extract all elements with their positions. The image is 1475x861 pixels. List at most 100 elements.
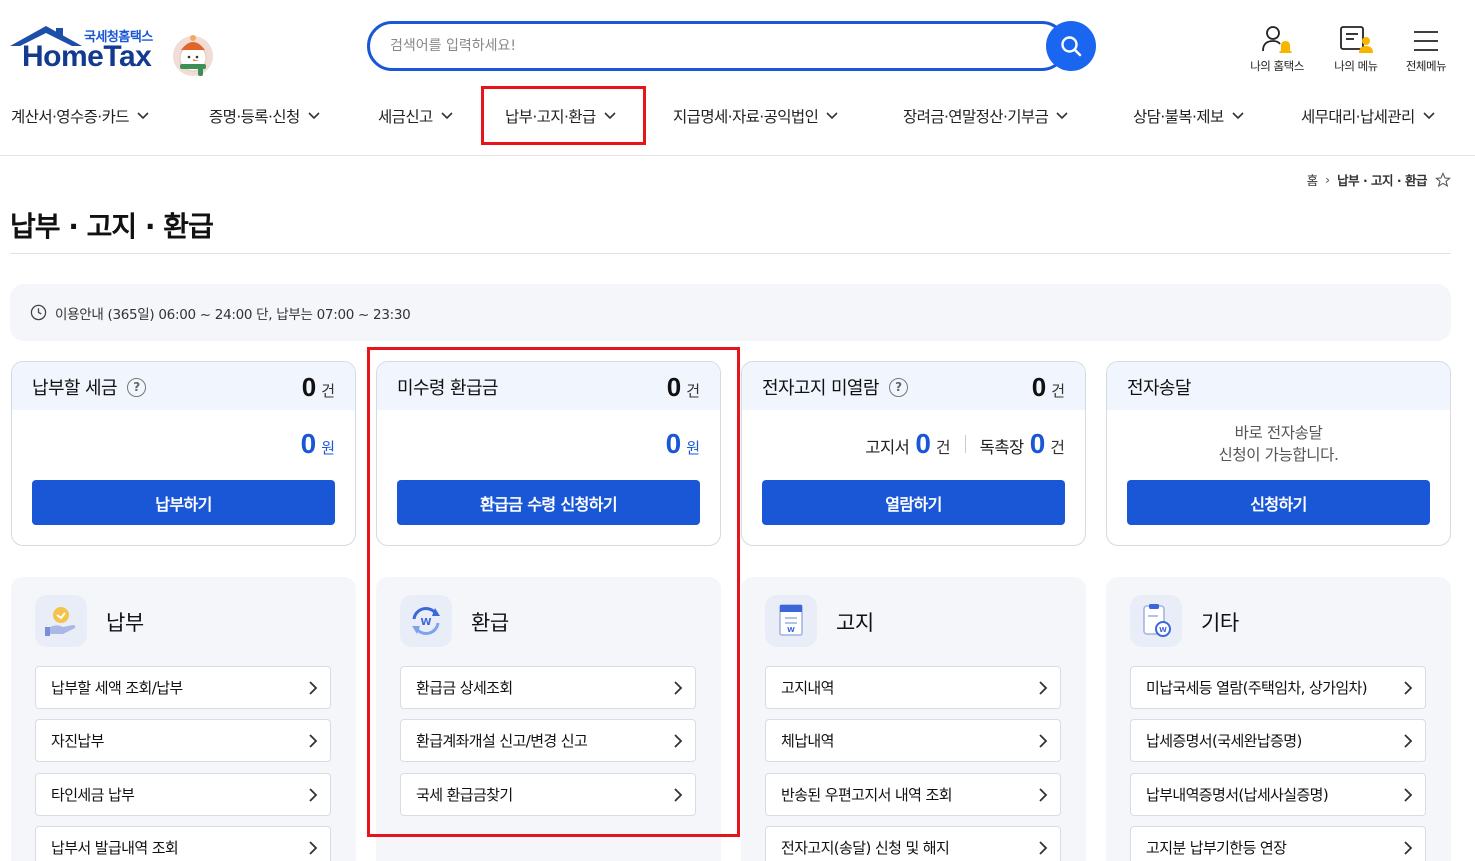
chevron-right-icon [674, 681, 683, 695]
breadcrumb-home[interactable]: 홈 [1307, 170, 1319, 189]
panel-title: 납부 [106, 611, 144, 635]
chevron-right-icon [1404, 788, 1413, 802]
main-navigation: 계산서·영수증·카드 증명·등록·신청 세금신고 납부·고지·환급 지급명세·자… [0, 88, 1475, 144]
link-tax-inquiry-payment[interactable]: 납부할 세액 조회/납부 [35, 666, 331, 709]
refund-claim-button[interactable]: 환급금 수령 신청하기 [397, 480, 700, 525]
panel-icon-box: W [765, 595, 817, 647]
count-value: 0 [301, 372, 317, 402]
gnb-label: 증명·등록·신청 [209, 108, 300, 126]
panel-refund: W 환급 환급금 상세조회 환급계좌개설 신고/변경 신고 국세 환급금찾기 [376, 577, 721, 861]
count-unit: 건 [1051, 382, 1065, 400]
apply-delivery-button[interactable]: 신청하기 [1127, 480, 1430, 525]
view-notice-button[interactable]: 열람하기 [762, 480, 1065, 525]
card-title-text: 전자송달 [1127, 378, 1191, 399]
chevron-down-icon [441, 112, 453, 120]
gnb-label: 세무대리·납세관리 [1301, 108, 1415, 126]
search-box [367, 21, 1067, 71]
count-unit: 건 [321, 382, 335, 400]
card-e-delivery: 전자송달 바로 전자송달 신청이 가능합니다. 신청하기 [1106, 361, 1451, 546]
panel-etc: W 기타 미납국세등 열람(주택임차, 상가임차) 납세증명서(국세완납증명) … [1106, 577, 1451, 861]
card-count: 0 건 [667, 372, 700, 403]
gnb-label: 납부·고지·환급 [505, 108, 596, 126]
link-self-payment[interactable]: 자진납부 [35, 719, 331, 762]
favorite-star-button[interactable] [1435, 171, 1451, 188]
divider [964, 435, 966, 453]
panel-icon-box: W [1130, 595, 1182, 647]
my-menu-button[interactable]: 나의 메뉴 [1316, 20, 1396, 74]
reminder-count: 0 [1029, 428, 1046, 459]
gnb-item-invoice[interactable]: 계산서·영수증·카드 [11, 88, 149, 144]
coin-hand-icon [45, 607, 76, 636]
card-title-text: 미수령 환급금 [397, 378, 498, 399]
amount-unit: 원 [321, 439, 335, 457]
card-title: 납부할 세금 ? [32, 374, 146, 400]
card-title: 전자고지 미열람 ? [762, 374, 908, 400]
chevron-right-icon [674, 788, 683, 802]
title-divider [10, 253, 1451, 254]
snowman-mascot-icon [173, 35, 213, 76]
card-title-text: 전자고지 미열람 [762, 378, 879, 399]
bill-count: 0 [915, 428, 931, 459]
page-title: 납부 · 고지 · 환급 [10, 210, 214, 243]
search-input[interactable] [390, 34, 1030, 58]
panel-title: 고지 [836, 611, 874, 635]
chevron-right-icon [1039, 734, 1048, 748]
link-find-tax-refund[interactable]: 국세 환급금찾기 [400, 773, 696, 816]
link-arrears-history[interactable]: 체납내역 [765, 719, 1061, 762]
notice-breakdown: 고지서 0 건 독촉장 0 건 [865, 428, 1065, 460]
gnb-item-incentive[interactable]: 장려금·연말정산·기부금 [903, 88, 1068, 144]
gnb-item-payment-statement[interactable]: 지급명세·자료·공익법인 [673, 88, 838, 144]
my-hometax-button[interactable]: 나의 홈택스 [1237, 20, 1317, 74]
help-icon[interactable]: ? [888, 377, 908, 397]
card-title: 전자송달 [1127, 374, 1191, 400]
help-icon[interactable]: ? [126, 377, 146, 397]
chevron-down-icon [137, 112, 149, 120]
hometax-logo[interactable]: 국세청홈택스 HomeTax [10, 22, 220, 82]
link-notice-history[interactable]: 고지내역 [765, 666, 1061, 709]
svg-text:W: W [420, 617, 431, 628]
panel-icon-box [35, 595, 87, 647]
service-hours-notice: 이용안내 (365일) 06:00 ~ 24:00 단, 납부는 07:00 ~… [10, 284, 1451, 341]
link-label: 환급계좌개설 신고/변경 신고 [416, 732, 588, 750]
link-returned-mail-notice[interactable]: 반송된 우편고지서 내역 조회 [765, 773, 1061, 816]
gnb-item-payment-notice-refund[interactable]: 납부·고지·환급 [505, 88, 616, 144]
gnb-label: 계산서·영수증·카드 [11, 108, 130, 126]
panel-title: 기타 [1201, 611, 1239, 635]
amount-value: 0 [665, 428, 682, 459]
all-menu-button[interactable]: 전체메뉴 [1386, 20, 1466, 74]
link-unpaid-tax-view[interactable]: 미납국세등 열람(주택임차, 상가임차) [1130, 666, 1426, 709]
search-icon [1061, 36, 1082, 57]
card-count: 0 건 [1032, 372, 1065, 403]
breadcrumb-separator: › [1325, 172, 1331, 187]
link-label: 자진납부 [51, 732, 104, 750]
chevron-down-icon [604, 112, 616, 120]
panel-payment: 납부 납부할 세액 조회/납부 자진납부 타인세금 납부 납부서 발급내역 조회 [11, 577, 356, 861]
svg-text:W: W [1159, 626, 1167, 634]
link-label: 타인세금 납부 [51, 786, 135, 804]
util-label: 나의 홈택스 [1250, 59, 1304, 73]
link-refund-detail-inquiry[interactable]: 환급금 상세조회 [400, 666, 696, 709]
link-others-tax-payment[interactable]: 타인세금 납부 [35, 773, 331, 816]
chevron-right-icon [309, 841, 318, 855]
link-refund-account-report[interactable]: 환급계좌개설 신고/변경 신고 [400, 719, 696, 762]
link-tax-payment-certificate[interactable]: 납세증명서(국세완납증명) [1130, 719, 1426, 762]
link-e-notice-application[interactable]: 전자고지(송달) 신청 및 해지 [765, 826, 1061, 861]
card-unclaimed-refund: 미수령 환급금 0 건 0 원 환급금 수령 신청하기 [376, 361, 721, 546]
chevron-right-icon [1404, 734, 1413, 748]
clock-icon [30, 304, 47, 321]
link-label: 국세 환급금찾기 [416, 786, 513, 804]
link-payment-deadline-extension[interactable]: 고지분 납부기한등 연장 [1130, 826, 1426, 861]
gnb-item-tax-agent[interactable]: 세무대리·납세관리 [1301, 88, 1435, 144]
card-unread-e-notice: 전자고지 미열람 ? 0 건 고지서 0 건 독촉장 0 건 열람하기 [741, 361, 1086, 546]
gnb-item-consultation[interactable]: 상담·불복·제보 [1133, 88, 1244, 144]
link-payment-slip-history[interactable]: 납부서 발급내역 조회 [35, 826, 331, 861]
gnb-item-certificate[interactable]: 증명·등록·신청 [209, 88, 320, 144]
search-button[interactable] [1046, 21, 1096, 71]
pay-button[interactable]: 납부하기 [32, 480, 335, 525]
link-payment-history-certificate[interactable]: 납부내역증명서(납세사실증명) [1130, 773, 1426, 816]
card-count: 0 건 [302, 372, 335, 403]
gnb-item-tax-report[interactable]: 세금신고 [378, 88, 453, 144]
link-label: 고지분 납부기한등 연장 [1146, 839, 1287, 857]
gnb-label: 세금신고 [378, 108, 433, 126]
chevron-down-icon [826, 112, 838, 120]
